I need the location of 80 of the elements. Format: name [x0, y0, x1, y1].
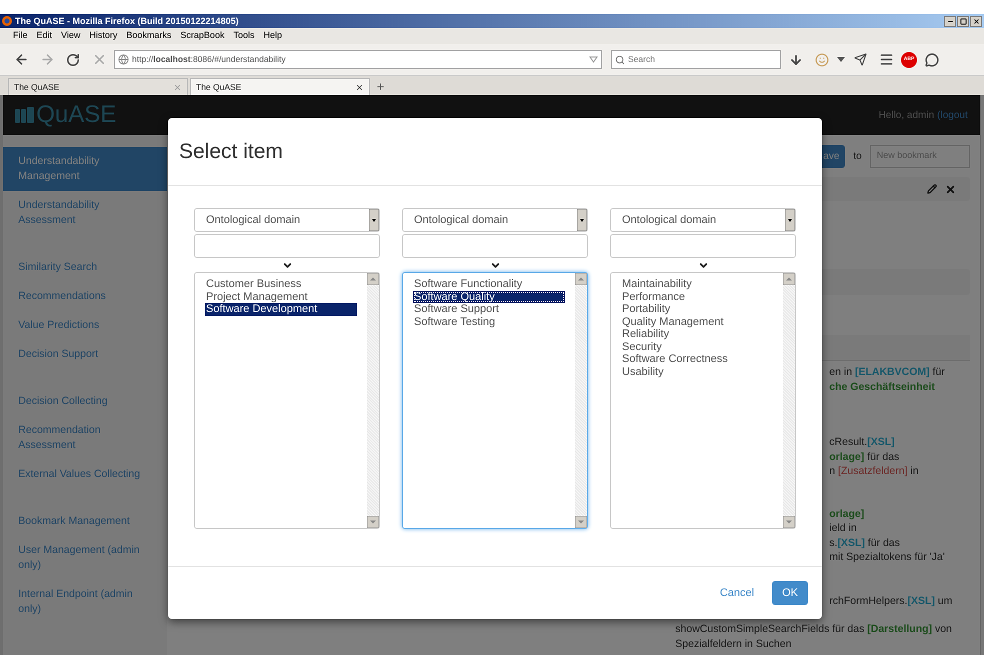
description-line: ield in [829, 521, 858, 536]
maximize-icon[interactable] [957, 16, 969, 26]
description-line: rchFormHelpers.[XSL] um [829, 594, 954, 608]
caret-icon[interactable] [837, 56, 845, 62]
delete-icon[interactable] [944, 184, 956, 194]
list-option[interactable]: Software Correctness [621, 353, 773, 366]
window-title: The QuASE - Mozilla Firefox (Build 20150122214805) [15, 16, 239, 26]
scroll-down-icon[interactable] [783, 516, 795, 528]
filter-field[interactable] [194, 234, 380, 258]
list-box[interactable]: Maintainability Performance Portability Quality Management Reliability Security Software Correctness Usability [610, 272, 796, 529]
domain-select[interactable]: Ontological domain [402, 208, 588, 232]
menu-item[interactable]: Tools [233, 29, 254, 43]
menu-item[interactable]: Edit [36, 29, 52, 43]
description-line: Spezialfeldern in Suchen [675, 636, 792, 651]
scroll-up-icon[interactable] [367, 273, 379, 285]
scroll-down-icon[interactable] [367, 516, 379, 528]
list-option[interactable]: Portability [621, 303, 773, 316]
list-option[interactable]: Software Development [205, 303, 357, 316]
description-line: che Geschäftseinheit [829, 380, 936, 394]
menu-item[interactable]: ScrapBook [180, 29, 224, 43]
browser-tab[interactable]: The QuASE [8, 78, 188, 95]
scrollbar[interactable] [783, 273, 795, 528]
list-option[interactable]: Software Support [413, 303, 565, 316]
dropdown-arrow-icon[interactable] [369, 209, 379, 231]
list-option[interactable]: Software Functionality [413, 278, 565, 290]
dialog-title: Select item [179, 138, 283, 165]
menu-item[interactable]: File [13, 29, 28, 43]
search-icon [615, 54, 625, 64]
new-tab-button[interactable]: + [372, 78, 389, 95]
description-line: mit Spezialtokens für 'Ja' [829, 550, 946, 564]
list-option[interactable]: Quality Management [621, 316, 773, 328]
scroll-up-icon[interactable] [783, 273, 795, 285]
search-field[interactable]: Search [611, 50, 781, 69]
logo-icon [15, 107, 36, 123]
list-option[interactable]: Maintainability [621, 278, 773, 290]
menu-item[interactable]: Bookmarks [126, 29, 172, 43]
domain-select[interactable]: Ontological domain [194, 208, 380, 232]
app-logo: QuASE [36, 100, 116, 130]
list-option[interactable]: Reliability [621, 328, 773, 340]
filter-field[interactable] [610, 234, 796, 258]
list-option[interactable]: Software Testing [413, 316, 565, 328]
menu-item[interactable]: History [89, 29, 118, 43]
dropdown-icon[interactable] [589, 56, 598, 63]
dropdown-arrow-icon[interactable] [785, 209, 795, 231]
browser-tab[interactable]: The QuASE [190, 78, 370, 95]
menu-item[interactable]: View [61, 29, 80, 43]
cancel-button[interactable]: Cancel [716, 584, 758, 602]
list-option[interactable]: Performance [621, 290, 773, 303]
browser-logo-icon [2, 16, 12, 26]
to-label: to [853, 150, 862, 164]
description-line: showCustomSimpleSearchFields für das [Darstellung] von [675, 622, 953, 636]
scrollbar[interactable] [367, 273, 379, 528]
list-option[interactable]: Project Management [205, 290, 357, 303]
list-box[interactable]: Software Functionality Software Quality Software Support Software Testing [402, 272, 588, 529]
description-line: s.[XSL] für das [829, 536, 901, 550]
address-field[interactable]: http://localhost:8086/#/understandability [114, 50, 602, 69]
description-line: en in [ELAKBVCOM] für [829, 365, 946, 380]
description-line: cResult.[XSL] [829, 435, 896, 450]
dropdown-arrow-icon[interactable] [577, 209, 587, 231]
close-icon[interactable] [970, 16, 982, 26]
list-option[interactable]: Usability [621, 366, 773, 378]
scrollbar[interactable] [575, 273, 587, 528]
scroll-up-icon[interactable] [575, 273, 587, 285]
tab-close-icon[interactable] [355, 82, 364, 92]
domain-select[interactable]: Ontological domain [610, 208, 796, 232]
list-box[interactable]: Customer Business Project Management Software Development [194, 272, 380, 529]
description-line: n [Zusatzfeldern] in [829, 464, 920, 478]
list-option[interactable]: Software Quality [413, 290, 565, 303]
globe-icon [118, 54, 129, 65]
greeting-text: Hello, admin [878, 108, 934, 122]
edit-icon[interactable] [926, 184, 937, 194]
scroll-down-icon[interactable] [575, 516, 587, 528]
list-option[interactable]: Security [621, 340, 773, 353]
menu-item[interactable]: Help [263, 29, 282, 43]
description-line: orlage] für das [829, 450, 900, 464]
minimize-icon[interactable] [944, 16, 956, 26]
ok-button[interactable]: OK [772, 581, 808, 605]
list-option[interactable]: Customer Business [205, 278, 357, 290]
description-line: orlage] [829, 506, 866, 521]
filter-field[interactable] [402, 234, 588, 258]
